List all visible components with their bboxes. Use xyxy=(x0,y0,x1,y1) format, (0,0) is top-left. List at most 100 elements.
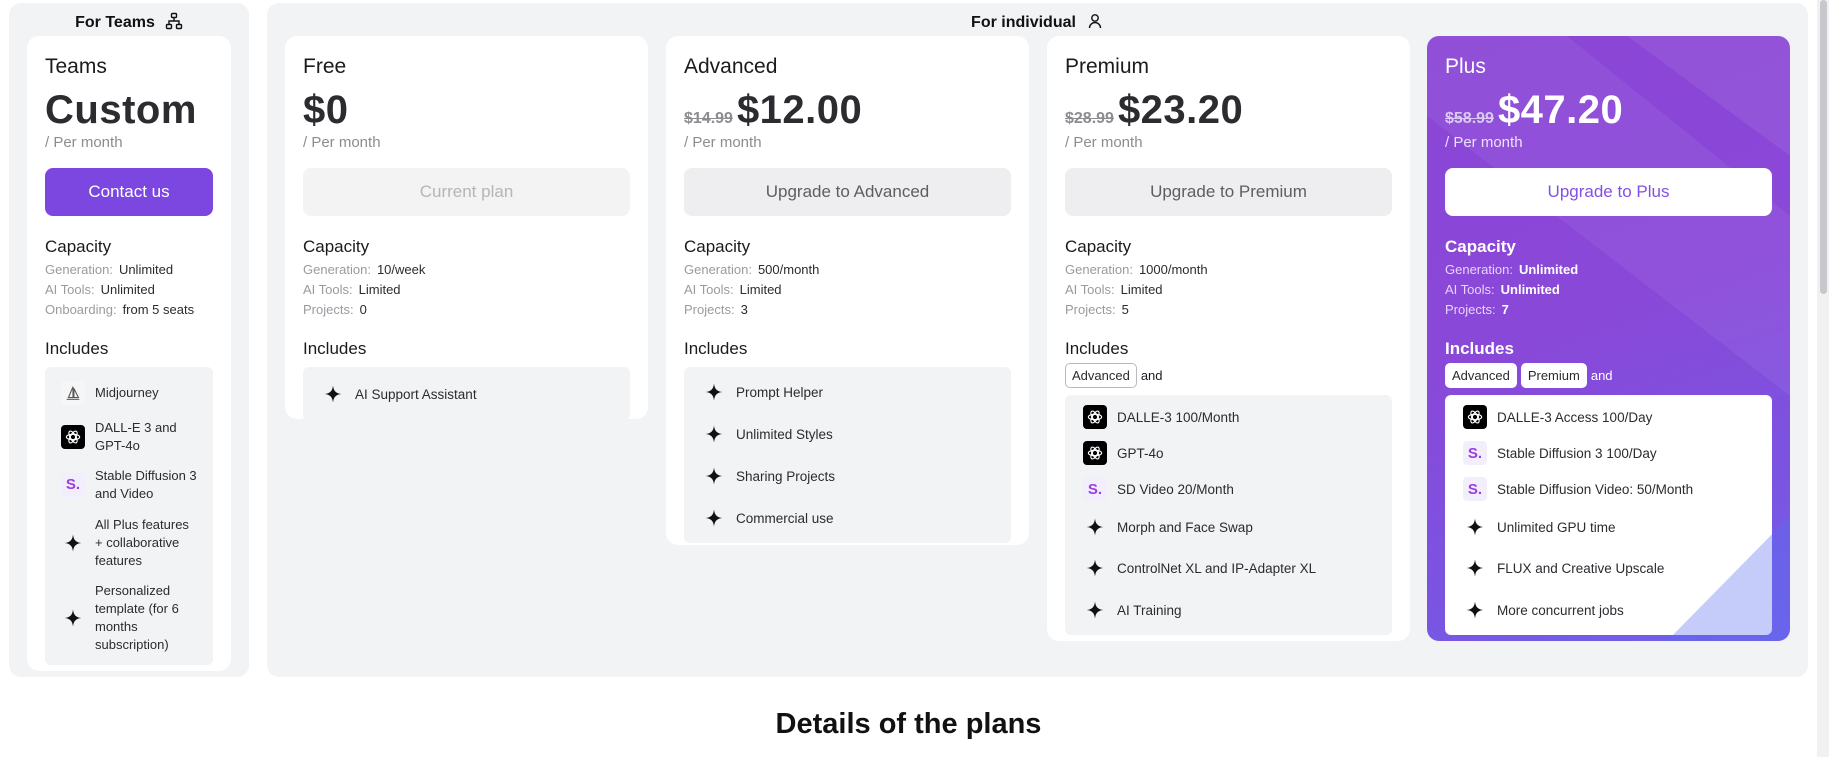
includes-item-text: Unlimited GPU time xyxy=(1497,519,1616,535)
price-row: $58.99 $47.20 xyxy=(1445,88,1772,134)
plan-card-free: Free $0 / Per month Current plan Capacity Gen… xyxy=(285,36,648,421)
openai-icon xyxy=(1463,405,1487,429)
page-scrollbar[interactable] xyxy=(1817,0,1829,757)
capacity-title: Capacity xyxy=(1445,237,1516,256)
includes-title: Includes xyxy=(684,339,748,358)
sparkle-icon xyxy=(702,422,726,446)
capacity-key: AI Tools: xyxy=(1065,282,1115,297)
scrollbar-thumb[interactable] xyxy=(1820,0,1827,294)
includes-item-text: AI Training xyxy=(1117,602,1182,618)
includes-item: Commercial use xyxy=(702,497,993,539)
includes-item-text: DALLE-3 100/Month xyxy=(1117,409,1240,425)
includes-item-text: DALLE-3 Access 100/Day xyxy=(1497,409,1653,425)
sparkle-icon xyxy=(702,464,726,488)
old-price: $28.99 xyxy=(1065,110,1114,127)
includes-item: Unlimited Styles xyxy=(702,413,993,455)
capacity-row: Projects: 0 xyxy=(303,301,630,318)
capacity-value: Unlimited xyxy=(1518,262,1579,277)
sparkle-icon xyxy=(61,606,85,630)
includes-title: Includes xyxy=(1445,339,1514,358)
capacity-row: Onboarding: from 5 seats xyxy=(45,301,213,318)
capacity-key: Generation: xyxy=(303,262,371,277)
includes-item: DALL-E 3 and GPT-4o xyxy=(61,413,197,461)
sparkle-icon xyxy=(321,382,345,406)
capacity-title: Capacity xyxy=(303,237,370,256)
includes-title: Includes xyxy=(1065,339,1129,358)
capacity-value: 0 xyxy=(359,302,367,317)
includes-list: Prompt Helper Unlimited Styles Sharing Pro… xyxy=(684,367,1011,543)
capacity-row: AI Tools: Limited xyxy=(303,281,630,298)
plan-card-advanced: Advanced $14.99 $12.00/ Per month Upgrade t… xyxy=(666,36,1029,545)
includes-item: DALLE-3 100/Month xyxy=(1083,399,1374,435)
capacity-row: Projects: 5 xyxy=(1065,301,1392,318)
includes-item: AI Support Assistant xyxy=(321,371,612,417)
tags-and: and xyxy=(1590,368,1613,383)
includes-item-text: ControlNet XL and IP-Adapter XL xyxy=(1117,560,1317,576)
capacity-row: Projects: 7 xyxy=(1445,301,1772,318)
upgrade-advanced-button[interactable]: Upgrade to Advanced xyxy=(684,168,1011,216)
tags-and: and xyxy=(1140,368,1163,383)
includes-item: All Plus features + collaborative featur… xyxy=(61,509,197,577)
price: Custom xyxy=(45,88,197,132)
capacity-title: Capacity xyxy=(1065,237,1132,256)
capacity-row: Generation: 1000/month xyxy=(1065,261,1392,278)
includes-item-text: Personalized template (for 6 months subs… xyxy=(95,583,179,652)
price-period: / Per month xyxy=(303,134,381,151)
sparkle-icon xyxy=(1083,598,1107,622)
capacity-key: Projects: xyxy=(1445,302,1496,317)
includes-item-text: GPT-4o xyxy=(1117,445,1164,461)
upgrade-premium-button[interactable]: Upgrade to Premium xyxy=(1065,168,1392,216)
capacity-row: AI Tools: Limited xyxy=(1065,281,1392,298)
org-chart-icon xyxy=(165,12,183,35)
plan-name: Premium xyxy=(1065,55,1150,78)
plan-tag: Premium xyxy=(1520,363,1587,388)
individual-panel-header: For individual xyxy=(267,13,1808,33)
capacity-key: Generation: xyxy=(1065,262,1133,277)
capacity-value: from 5 seats xyxy=(122,302,195,317)
includes-item-text: Stable Diffusion Video: 50/Month xyxy=(1497,481,1694,497)
plan-card-premium: Premium $28.99 $23.20/ Per month Upgrade to… xyxy=(1047,36,1410,641)
capacity-value: 3 xyxy=(740,302,748,317)
capacity-value: Limited xyxy=(358,282,401,297)
sparkle-icon xyxy=(1463,598,1487,622)
price: $23.20 xyxy=(1117,88,1244,132)
price-row: Custom xyxy=(45,88,213,134)
capacity-key: AI Tools: xyxy=(684,282,734,297)
includes-item-text: More concurrent jobs xyxy=(1497,602,1624,618)
capacity-row: AI Tools: Unlimited xyxy=(45,281,213,298)
stable-diffusion-icon: S. xyxy=(1463,441,1487,465)
sparkle-icon xyxy=(1463,556,1487,580)
capacity-row: Generation: 10/week xyxy=(303,261,630,278)
capacity-value: 500/month xyxy=(757,262,820,277)
upgrade-plus-button[interactable]: Upgrade to Plus xyxy=(1445,168,1772,216)
includes-list: AI Support Assistant xyxy=(303,367,630,421)
stable-diffusion-icon: S. xyxy=(1463,477,1487,501)
includes-item-text: Commercial use xyxy=(736,510,834,526)
capacity-value: 10/week xyxy=(376,262,426,277)
price-period: / Per month xyxy=(45,134,123,151)
capacity-value: Limited xyxy=(739,282,782,297)
capacity-key: AI Tools: xyxy=(45,282,95,297)
includes-item: S. Stable Diffusion 3 and Video xyxy=(61,461,197,509)
includes-item: S. SD Video 20/Month xyxy=(1083,471,1374,507)
capacity-row: AI Tools: Limited xyxy=(684,281,1011,298)
includes-item-text: SD Video 20/Month xyxy=(1117,481,1234,497)
includes-item: FLUX and Creative Upscale xyxy=(1463,547,1754,589)
stable-diffusion-icon: S. xyxy=(1083,477,1107,501)
capacity-row: AI Tools: Unlimited xyxy=(1445,281,1772,298)
includes-title: Includes xyxy=(303,339,367,358)
plan-name: Teams xyxy=(45,55,107,78)
includes-item-text: All Plus features + collaborative featur… xyxy=(95,517,189,568)
price-row: $28.99 $23.20 xyxy=(1065,88,1392,134)
includes-item-text: Prompt Helper xyxy=(736,384,824,400)
openai-icon xyxy=(61,425,85,449)
capacity-value: Limited xyxy=(1120,282,1163,297)
plan-card-teams: Teams Custom / Per month Contact us Capacity… xyxy=(27,36,231,671)
price: $0 xyxy=(303,88,349,132)
capacity-key: Generation: xyxy=(1445,262,1513,277)
sparkle-icon xyxy=(1083,515,1107,539)
includes-item: Prompt Helper xyxy=(702,371,993,413)
includes-item: ControlNet XL and IP-Adapter XL xyxy=(1083,547,1374,589)
includes-item: AI Training xyxy=(1083,589,1374,631)
contact-us-button[interactable]: Contact us xyxy=(45,168,213,216)
